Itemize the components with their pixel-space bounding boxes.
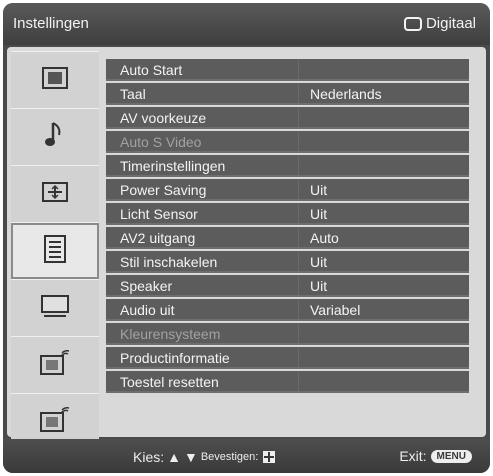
menu-item-av-voorkeuze[interactable]: AV voorkeuze xyxy=(106,107,469,129)
sidebar-item-pc[interactable] xyxy=(11,279,99,337)
menu-item-speaker[interactable]: Speaker Uit xyxy=(106,275,469,297)
menu-item-licht-sensor[interactable]: Licht Sensor Uit xyxy=(106,203,469,225)
settings-list-icon xyxy=(44,234,66,268)
sidebar-item-picture[interactable] xyxy=(11,51,99,109)
input-a-icon xyxy=(40,349,70,381)
source-mode-label: Digitaal xyxy=(425,15,476,32)
pc-monitor-icon xyxy=(40,294,70,323)
source-mode: Digitaal xyxy=(403,15,476,32)
page-title: Instellingen xyxy=(13,15,89,32)
menu-item-auto-start[interactable]: Auto Start xyxy=(106,59,469,81)
help-bar: Kies: ▲ ▼ Bevestigen: Exit: MENU xyxy=(3,439,490,473)
menu-item-timerinstellingen[interactable]: Timerinstellingen xyxy=(106,155,469,177)
confirm-button-icon xyxy=(263,451,276,463)
select-label: Kies: xyxy=(133,449,165,465)
sidebar-item-settings[interactable] xyxy=(11,222,99,280)
title-bar: Instellingen Digitaal xyxy=(3,3,490,45)
exit-hint: Exit: MENU xyxy=(399,448,472,464)
menu-item-auto-s-video: Auto S Video xyxy=(106,131,469,153)
arrow-up-icon: ▲ xyxy=(167,449,181,465)
sidebar-item-sound[interactable] xyxy=(11,108,99,166)
exit-label: Exit: xyxy=(399,448,427,464)
menu-button-icon[interactable]: MENU xyxy=(430,449,472,463)
settings-window: Instellingen Digitaal Auto Start Taal Ne… xyxy=(3,3,490,473)
input-b-icon xyxy=(40,406,70,438)
menu-item-kleurensysteem: Kleurensysteem xyxy=(106,323,469,345)
menu-item-taal[interactable]: Taal Nederlands xyxy=(106,83,469,105)
menu-item-toestel-resetten[interactable]: Toestel resetten xyxy=(106,371,469,393)
menu-item-audio-uit[interactable]: Audio uit Variabel xyxy=(106,299,469,321)
menu-item-power-saving[interactable]: Power Saving Uit xyxy=(106,179,469,201)
sidebar-item-input-a[interactable] xyxy=(11,336,99,394)
sidebar-item-screen[interactable] xyxy=(11,165,99,223)
music-note-icon xyxy=(44,121,66,154)
arrow-down-icon: ▼ xyxy=(183,449,198,465)
navigation-hint: Kies: ▲ ▼ Bevestigen: xyxy=(133,449,276,465)
tv-icon xyxy=(403,16,422,31)
menu-item-productinformatie[interactable]: Productinformatie xyxy=(106,347,469,369)
menu-item-stil-inschakelen[interactable]: Stil inschakelen Uit xyxy=(106,251,469,273)
confirm-label: Bevestigen: xyxy=(200,451,259,463)
picture-icon xyxy=(42,66,68,94)
screen-adjust-icon xyxy=(42,181,68,208)
menu-item-av2-uitgang[interactable]: AV2 uitgang Auto xyxy=(106,227,469,249)
settings-panel: Auto Start Taal Nederlands AV voorkeuze A… xyxy=(7,47,486,451)
